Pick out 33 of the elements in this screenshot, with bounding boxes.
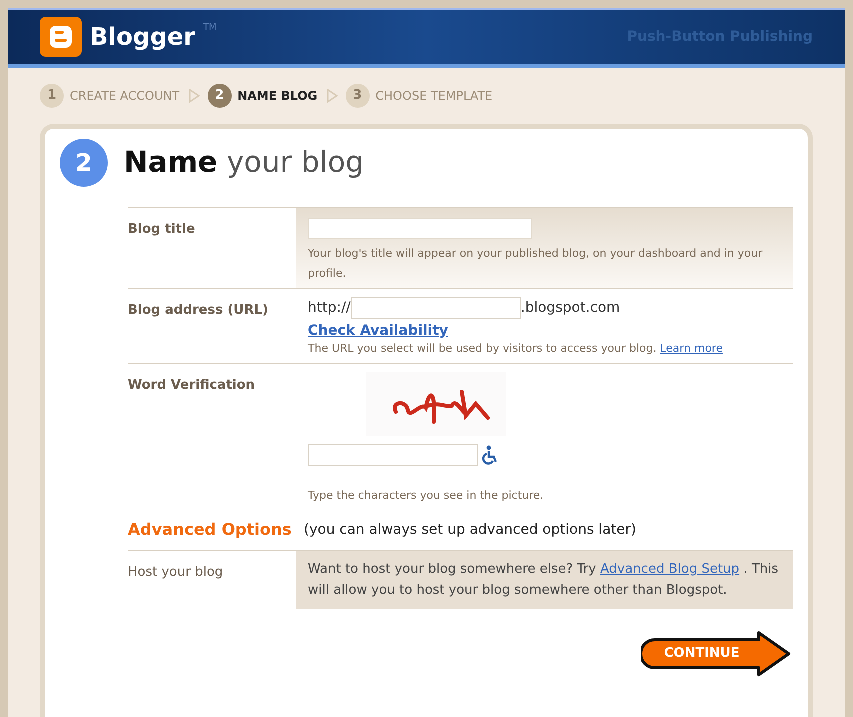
- step-number: 1: [40, 84, 64, 108]
- help-text: Your blog's title will appear on your published blog, on your dashboard and in your profile.: [308, 246, 764, 282]
- advanced-blog-setup-link[interactable]: Advanced Blog Setup: [600, 562, 740, 577]
- logo-text: Blogger: [90, 22, 196, 53]
- host-blog-text: Want to host your blog somewhere else? Try Advanced Blog Setup . This will allow you to host your blog somewhere other than Blogspot.: [296, 551, 793, 609]
- step-label[interactable]: NAME BLOG: [238, 87, 318, 105]
- field-label: Blog title: [128, 222, 196, 237]
- step-label[interactable]: CREATE ACCOUNT: [70, 87, 180, 105]
- blog-title-field[interactable]: [308, 218, 532, 238]
- page-heading: Name your blog: [124, 144, 364, 182]
- advanced-options-note: (you can always set up advanced options later): [304, 520, 636, 540]
- step-arrow-icon: [188, 89, 200, 103]
- blog-address-field[interactable]: [350, 297, 521, 319]
- wheelchair-icon[interactable]: [482, 445, 500, 465]
- advanced-options-title: Advanced Options: [128, 519, 293, 541]
- captcha-field[interactable]: [308, 444, 478, 466]
- step-number: 3: [346, 84, 370, 108]
- check-availability-link[interactable]: Check Availability: [308, 323, 448, 339]
- help-text: Type the characters you see in the picture.: [308, 488, 545, 504]
- field-label: Word Verification: [128, 378, 256, 393]
- url-prefix: http://: [308, 298, 351, 318]
- field-label: Host your blog: [128, 565, 224, 580]
- url-suffix: .blogspot.com: [520, 298, 620, 318]
- step-arrow-icon: [326, 89, 338, 103]
- step-label[interactable]: CHOOSE TEMPLATE: [376, 87, 493, 105]
- step-number: 2: [208, 84, 232, 108]
- logo-icon: [40, 17, 82, 57]
- learn-more-link[interactable]: Learn more: [660, 342, 723, 355]
- step-badge: 2: [60, 139, 108, 187]
- field-label: Blog address (URL): [128, 303, 268, 318]
- trademark: TM: [203, 23, 217, 33]
- continue-button[interactable]: CONTINUE: [641, 631, 793, 677]
- help-text: The URL you select will be used by visitors to access your blog. Learn more: [308, 341, 724, 357]
